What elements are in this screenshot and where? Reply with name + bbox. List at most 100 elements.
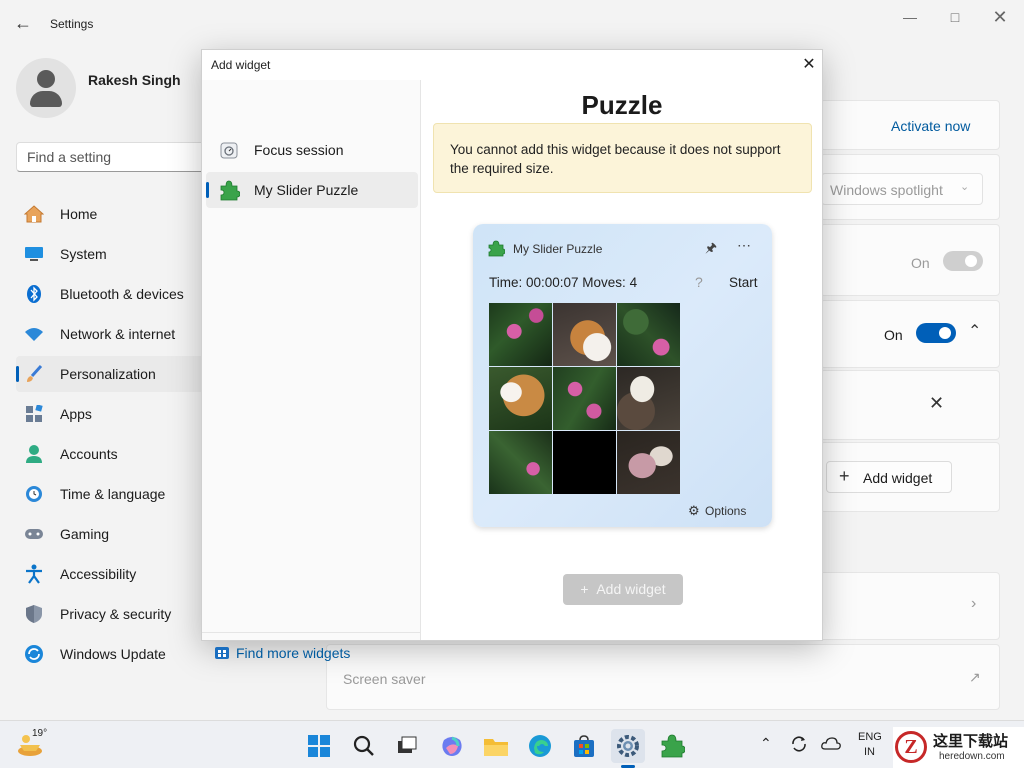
user-name: Rakesh Singh (88, 72, 181, 88)
widget-entry-card: ✕ (820, 370, 1000, 440)
sidebar-item-label: Privacy & security (60, 606, 172, 622)
sidebar-item-home[interactable]: Home (16, 196, 206, 232)
puzzle-status: Time: 00:00:07 Moves: 4 (489, 275, 638, 290)
sidebar-item-privacy[interactable]: Privacy & security (16, 596, 206, 632)
puzzle-tile[interactable] (617, 367, 680, 430)
warning-message: You cannot add this widget because it do… (433, 123, 812, 193)
chevron-up-icon[interactable]: ⌃ (968, 321, 981, 341)
puzzle-grid (489, 303, 681, 495)
sidebar-item-label: Network & internet (60, 326, 176, 342)
close-window-icon[interactable]: ✕ (985, 6, 1015, 28)
chevron-right-icon: › (971, 595, 977, 612)
widget-preview-title: My Slider Puzzle (513, 242, 603, 256)
sidebar-item-accounts[interactable]: Accounts (16, 436, 206, 472)
add-widget-settings-button[interactable]: + Add widget (826, 461, 952, 493)
puzzle-tile[interactable] (617, 431, 680, 494)
start-button[interactable]: Start (729, 275, 758, 290)
find-more-link[interactable]: Find more widgets (236, 645, 350, 661)
sidebar-item-gaming[interactable]: Gaming (16, 516, 206, 552)
external-link-icon: ↗ (969, 669, 981, 685)
puzzle-tile[interactable] (489, 303, 552, 366)
copilot-icon[interactable] (435, 729, 469, 763)
avatar[interactable] (16, 58, 76, 118)
search-input[interactable]: Find a setting (16, 142, 216, 172)
puzzle-tile[interactable] (553, 367, 616, 430)
remove-icon[interactable]: ✕ (929, 393, 944, 414)
title-bar: ← Settings — □ ✕ (0, 0, 1024, 48)
add-widget-dialog: Add widget ✕ Focus session My Slider Puz… (201, 49, 823, 661)
sidebar-item-label: Accounts (60, 446, 118, 462)
activate-now-link[interactable]: Activate now (891, 118, 970, 134)
update-icon (24, 644, 44, 664)
close-icon[interactable]: ✕ (798, 54, 820, 76)
toggle-switch-on[interactable] (916, 323, 956, 343)
toggle-switch-off[interactable] (943, 251, 983, 271)
activation-card: Activate now (820, 100, 1000, 150)
search-icon[interactable] (347, 729, 381, 763)
puzzle-app-icon[interactable] (655, 729, 689, 763)
widget-item-my-slider-puzzle[interactable]: My Slider Puzzle (206, 172, 418, 208)
chevron-up-icon[interactable]: ⌃ (760, 735, 772, 752)
sidebar-item-accessibility[interactable]: Accessibility (16, 556, 206, 592)
puzzle-tile[interactable] (489, 367, 552, 430)
background-card: Windows spotlight ⌄ (820, 154, 1000, 220)
file-explorer-icon[interactable] (479, 729, 513, 763)
puzzle-tile[interactable] (617, 303, 680, 366)
widget-item-label: Focus session (254, 142, 344, 158)
find-more-widgets[interactable]: Find more widgets (202, 632, 421, 670)
widget-item-label: My Slider Puzzle (254, 182, 359, 198)
more-options-icon[interactable]: ⋯ (737, 237, 751, 254)
window-title: Settings (50, 17, 94, 31)
sidebar-item-label: Bluetooth & devices (60, 286, 184, 302)
minimize-icon[interactable]: — (895, 6, 925, 28)
puzzle-icon (487, 239, 506, 260)
background-dropdown[interactable]: Windows spotlight ⌄ (821, 173, 983, 205)
language-indicator[interactable]: ENG (858, 731, 882, 743)
panel-title: Puzzle (581, 90, 663, 120)
microsoft-store-icon[interactable] (567, 729, 601, 763)
start-menu-icon[interactable] (302, 729, 336, 763)
screen-saver-row[interactable]: Screen saver ↗ (326, 644, 1000, 710)
sidebar-item-bluetooth[interactable]: Bluetooth & devices (16, 276, 206, 312)
settings-app-icon[interactable] (611, 729, 645, 763)
watermark-text: 这里下载站 (933, 733, 1009, 750)
edge-browser-icon[interactable] (523, 729, 557, 763)
toggle-state-label: On (911, 255, 930, 271)
help-button[interactable]: ? (695, 274, 703, 290)
bluetooth-icon (24, 284, 44, 304)
options-button[interactable]: Options (705, 504, 746, 518)
sidebar-item-time-language[interactable]: Time & language (16, 476, 206, 512)
sidebar-item-system[interactable]: System (16, 236, 206, 272)
home-icon (24, 204, 44, 224)
sidebar-item-personalization[interactable]: Personalization (16, 356, 206, 392)
sidebar-item-label: Gaming (60, 526, 110, 542)
clock-globe-icon (24, 484, 44, 504)
dialog-title: Add widget (211, 58, 271, 72)
puzzle-tile[interactable] (489, 431, 552, 494)
gamepad-icon (24, 524, 44, 544)
monitor-icon (24, 244, 44, 264)
shield-icon (24, 604, 44, 624)
sidebar-item-windows-update[interactable]: Windows Update (16, 636, 206, 672)
selection-indicator (206, 182, 209, 198)
accessibility-icon (24, 564, 44, 584)
sidebar-item-network[interactable]: Network & internet (16, 316, 206, 352)
sync-icon[interactable] (789, 734, 809, 757)
pin-icon[interactable]: 🖈 (705, 239, 717, 261)
person-icon (24, 444, 44, 464)
add-widget-button[interactable]: + Add widget (563, 574, 683, 605)
back-arrow-icon[interactable]: ← (14, 13, 34, 33)
wifi-icon (24, 324, 44, 344)
puzzle-tile[interactable] (553, 303, 616, 366)
sidebar-item-apps[interactable]: Apps (16, 396, 206, 432)
widget-item-focus-session[interactable]: Focus session (206, 132, 418, 168)
add-widget-label: Add widget (863, 470, 933, 486)
dropdown-value: Windows spotlight (830, 182, 943, 198)
sidebar-item-label: Windows Update (60, 646, 166, 662)
maximize-icon[interactable]: □ (940, 6, 970, 28)
toggle-state-label: On (884, 327, 903, 343)
add-widget-card: + Add widget (820, 442, 1000, 512)
sidebar-item-label: Accessibility (60, 566, 137, 582)
task-view-icon[interactable] (390, 729, 424, 763)
cloud-icon[interactable] (821, 736, 841, 753)
